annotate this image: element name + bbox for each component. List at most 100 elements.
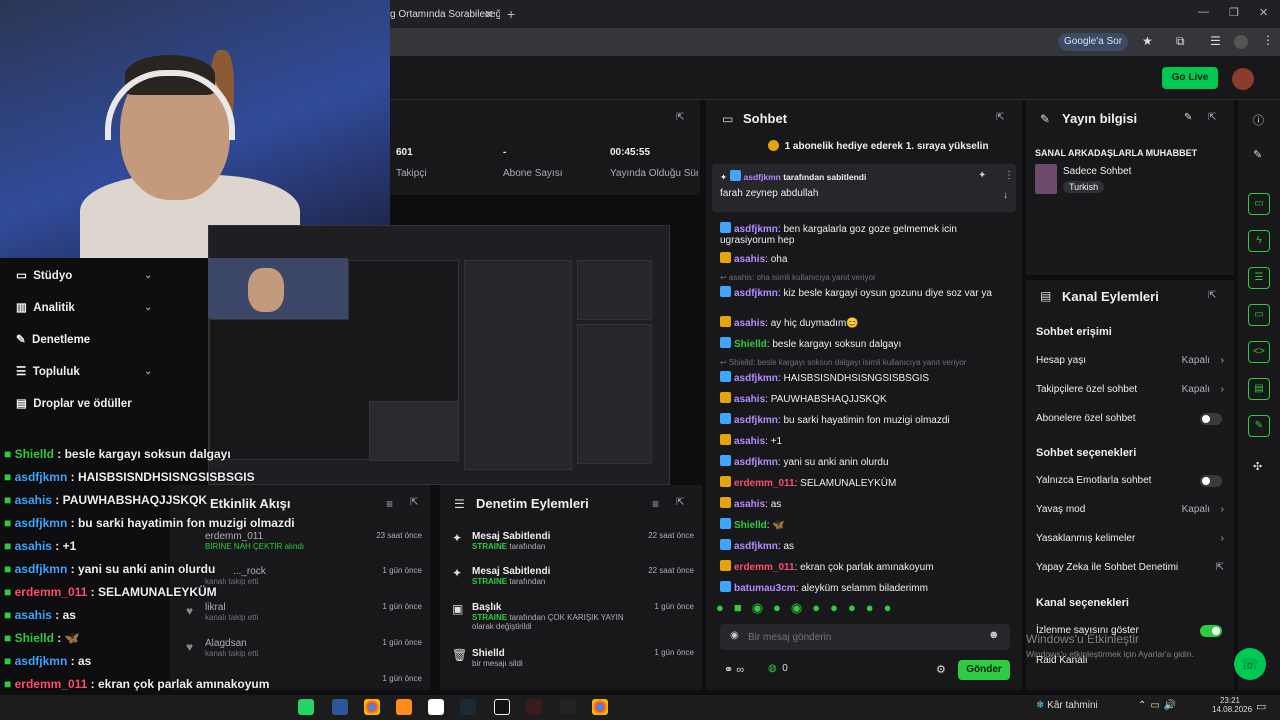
chat-username[interactable]: asdfjkmn <box>734 457 778 468</box>
chat-username[interactable]: asdfjkmn <box>734 288 778 299</box>
browser-menu-icon[interactable]: ⋮ <box>1262 33 1274 47</box>
user-avatar[interactable] <box>1232 68 1254 90</box>
rail-chat-button[interactable]: ▭ <box>1248 304 1270 326</box>
points-display[interactable]: ◍ 0 <box>768 663 788 674</box>
chat-username[interactable]: asahis <box>734 499 765 510</box>
account-age-row[interactable]: Hesap yaşı Kapalı › <box>1036 355 1224 366</box>
nav-denetleme[interactable]: ✎ Denetleme <box>16 332 90 346</box>
chat-input[interactable] <box>748 628 978 646</box>
chat-message[interactable]: asahis: as <box>720 497 1010 510</box>
chat-message[interactable]: asahis: oha <box>720 252 1010 265</box>
edit-icon[interactable]: ✎ <box>1184 112 1192 123</box>
chat-message[interactable]: erdemm_011: SELAMUNALEYKÜM <box>720 476 1010 489</box>
chat-message[interactable]: asdfjkmn: kiz besle kargayi oysun gozunu… <box>720 286 1010 299</box>
chat-username[interactable]: asdfjkmn <box>734 541 778 552</box>
viewer-count-toggle[interactable] <box>1200 625 1222 637</box>
steam-icon[interactable] <box>460 699 476 715</box>
chat-username[interactable]: erdemm_011 <box>734 478 795 489</box>
chat-message[interactable]: batumau3cm: aleyküm selamm biladerimm <box>720 581 1010 594</box>
nav-topluluk[interactable]: ☰ Topluluk <box>16 364 80 378</box>
banned-words-row[interactable]: Yasaklanmış kelimeler › <box>1036 533 1224 544</box>
files-icon[interactable] <box>332 699 348 715</box>
chat-username[interactable]: erdemm_011 <box>734 562 795 573</box>
epic-icon[interactable] <box>494 699 510 715</box>
cloud-icon[interactable] <box>396 699 412 715</box>
nav-analitik[interactable]: ▥ Analitik <box>16 300 75 314</box>
chat-username[interactable]: Shielld <box>734 520 767 531</box>
chat-username[interactable]: asahis <box>734 436 765 447</box>
more-icon[interactable]: ⋮ <box>1004 170 1014 181</box>
chat-username[interactable]: asdfjkmn <box>734 373 778 384</box>
send-button[interactable]: Gönder <box>958 660 1010 680</box>
chat-message[interactable]: asdfjkmn: ben kargalarla goz goze gelmem… <box>720 222 1010 246</box>
chat-username[interactable]: asahis <box>734 254 765 265</box>
arrow-down-icon[interactable]: ↓ <box>1003 190 1008 201</box>
minimize-icon[interactable]: — <box>1198 6 1209 18</box>
nav-studyo[interactable]: ▭ Stüdyo <box>16 268 72 282</box>
chat-input-box[interactable]: ◉ ☻ <box>720 624 1010 650</box>
gear-icon[interactable]: ⚙ <box>936 663 946 676</box>
chevron-down-icon[interactable]: ⌄ <box>144 270 152 281</box>
maximize-icon[interactable]: ❐ <box>1229 6 1239 19</box>
rail-wrench-button[interactable]: ✎ <box>1248 415 1270 437</box>
info-icon[interactable]: ⓘ <box>1253 112 1264 128</box>
popout-icon[interactable]: ⇱ <box>1208 290 1216 301</box>
rail-channel-button[interactable]: ▤ <box>1248 378 1270 400</box>
google-sor-button[interactable]: Google'a Sor <box>1058 33 1129 51</box>
sub-banner[interactable]: 1 abonelik hediye ederek 1. sıraya yükse… <box>768 140 989 152</box>
chat-username[interactable]: batumau3cm <box>734 583 796 594</box>
notification-icon[interactable]: ▭ <box>1256 700 1266 713</box>
add-widget-icon[interactable]: ✣ <box>1253 460 1262 473</box>
emote-bar[interactable]: ●■◉●◉●●●●● <box>716 600 1016 620</box>
chat-message[interactable]: asdfjkmn: yani su anki anin olurdu <box>720 455 1010 468</box>
emote-only-toggle[interactable] <box>1200 475 1222 487</box>
go-live-button[interactable]: Go Live <box>1162 67 1218 89</box>
popout-icon[interactable]: ⇱ <box>996 112 1004 123</box>
pin-icon[interactable]: ✦ <box>978 170 986 181</box>
emoji-icon[interactable]: ☻ <box>988 629 1000 641</box>
popout-icon[interactable]: ⇱ <box>410 497 418 508</box>
game-icon[interactable] <box>526 699 542 715</box>
sub-only-toggle[interactable] <box>1200 413 1222 425</box>
chat-username[interactable]: asdfjkmn <box>734 224 778 235</box>
rail-bolt-button[interactable]: ϟ <box>1248 230 1270 252</box>
nav-droplar[interactable]: ▤ Droplar ve ödüller <box>16 396 132 410</box>
popout-icon[interactable]: ⇱ <box>1208 112 1216 123</box>
help-chat-icon[interactable]: ☏ <box>1234 648 1266 680</box>
slow-mode-row[interactable]: Yavaş mod Kapalı › <box>1036 504 1224 515</box>
close-tab-icon[interactable]: ✕ <box>484 8 493 21</box>
new-tab-icon[interactable]: + <box>507 6 515 22</box>
follower-only-row[interactable]: Takipçilere özel sohbet Kapalı › <box>1036 384 1224 395</box>
chat-message[interactable]: asdfjkmn: bu sarki hayatimin fon muzigi … <box>720 413 1010 426</box>
rail-stats-button[interactable]: ▭ <box>1248 193 1270 215</box>
extensions-icon[interactable]: ⧉ <box>1176 34 1185 49</box>
clock[interactable]: 23:21 14.08.2026 <box>1212 696 1252 714</box>
chat-message[interactable]: erdemm_011: ekran çok parlak amınakoyum <box>720 560 1010 573</box>
chat-username[interactable]: asahis <box>734 318 765 329</box>
chevron-down-icon[interactable]: ⌄ <box>144 302 152 313</box>
chat-message[interactable]: asdfjkmn: HAISBSISNDHSISNGSISBSGIS <box>720 371 1010 384</box>
profile-icon[interactable] <box>1234 35 1248 49</box>
app-icon[interactable] <box>428 699 444 715</box>
chat-message[interactable]: asahis: PAUWHABSHAQJJSKQK <box>720 392 1010 405</box>
tray-icons[interactable]: ⌃▭🔊 <box>1138 700 1180 711</box>
smile-icon[interactable]: ◉ <box>730 630 739 641</box>
chat-username[interactable]: asahis <box>734 394 765 405</box>
chat-message[interactable]: asahis: +1 <box>720 434 1010 447</box>
filter-icon[interactable]: ≡ <box>652 497 659 511</box>
rail-list-button[interactable]: ☰ <box>1248 267 1270 289</box>
chat-settings-link[interactable]: ⚭ ∞ <box>724 663 744 676</box>
whatsapp-icon[interactable] <box>298 699 314 715</box>
chat-username[interactable]: asdfjkmn <box>734 415 778 426</box>
weather-widget[interactable]: ❄ Kâr tahmini <box>1036 700 1098 711</box>
popout-icon[interactable]: ⇱ <box>676 497 684 508</box>
chat-message[interactable]: asdfjkmn: as <box>720 539 1010 552</box>
obs-icon[interactable] <box>560 699 576 715</box>
bookmark-star-icon[interactable]: ★ <box>1142 34 1153 48</box>
pencil-icon[interactable]: ✎ <box>1253 148 1262 161</box>
chrome-icon[interactable] <box>364 699 380 715</box>
chat-message[interactable]: Shielld: besle kargayı soksun dalgayı <box>720 337 1010 350</box>
chat-username[interactable]: Shielld <box>734 339 767 350</box>
popout-icon[interactable]: ⇱ <box>676 112 684 123</box>
ai-moderation-row[interactable]: Yapay Zeka ile Sohbet Denetimi ⇱ <box>1036 562 1224 573</box>
